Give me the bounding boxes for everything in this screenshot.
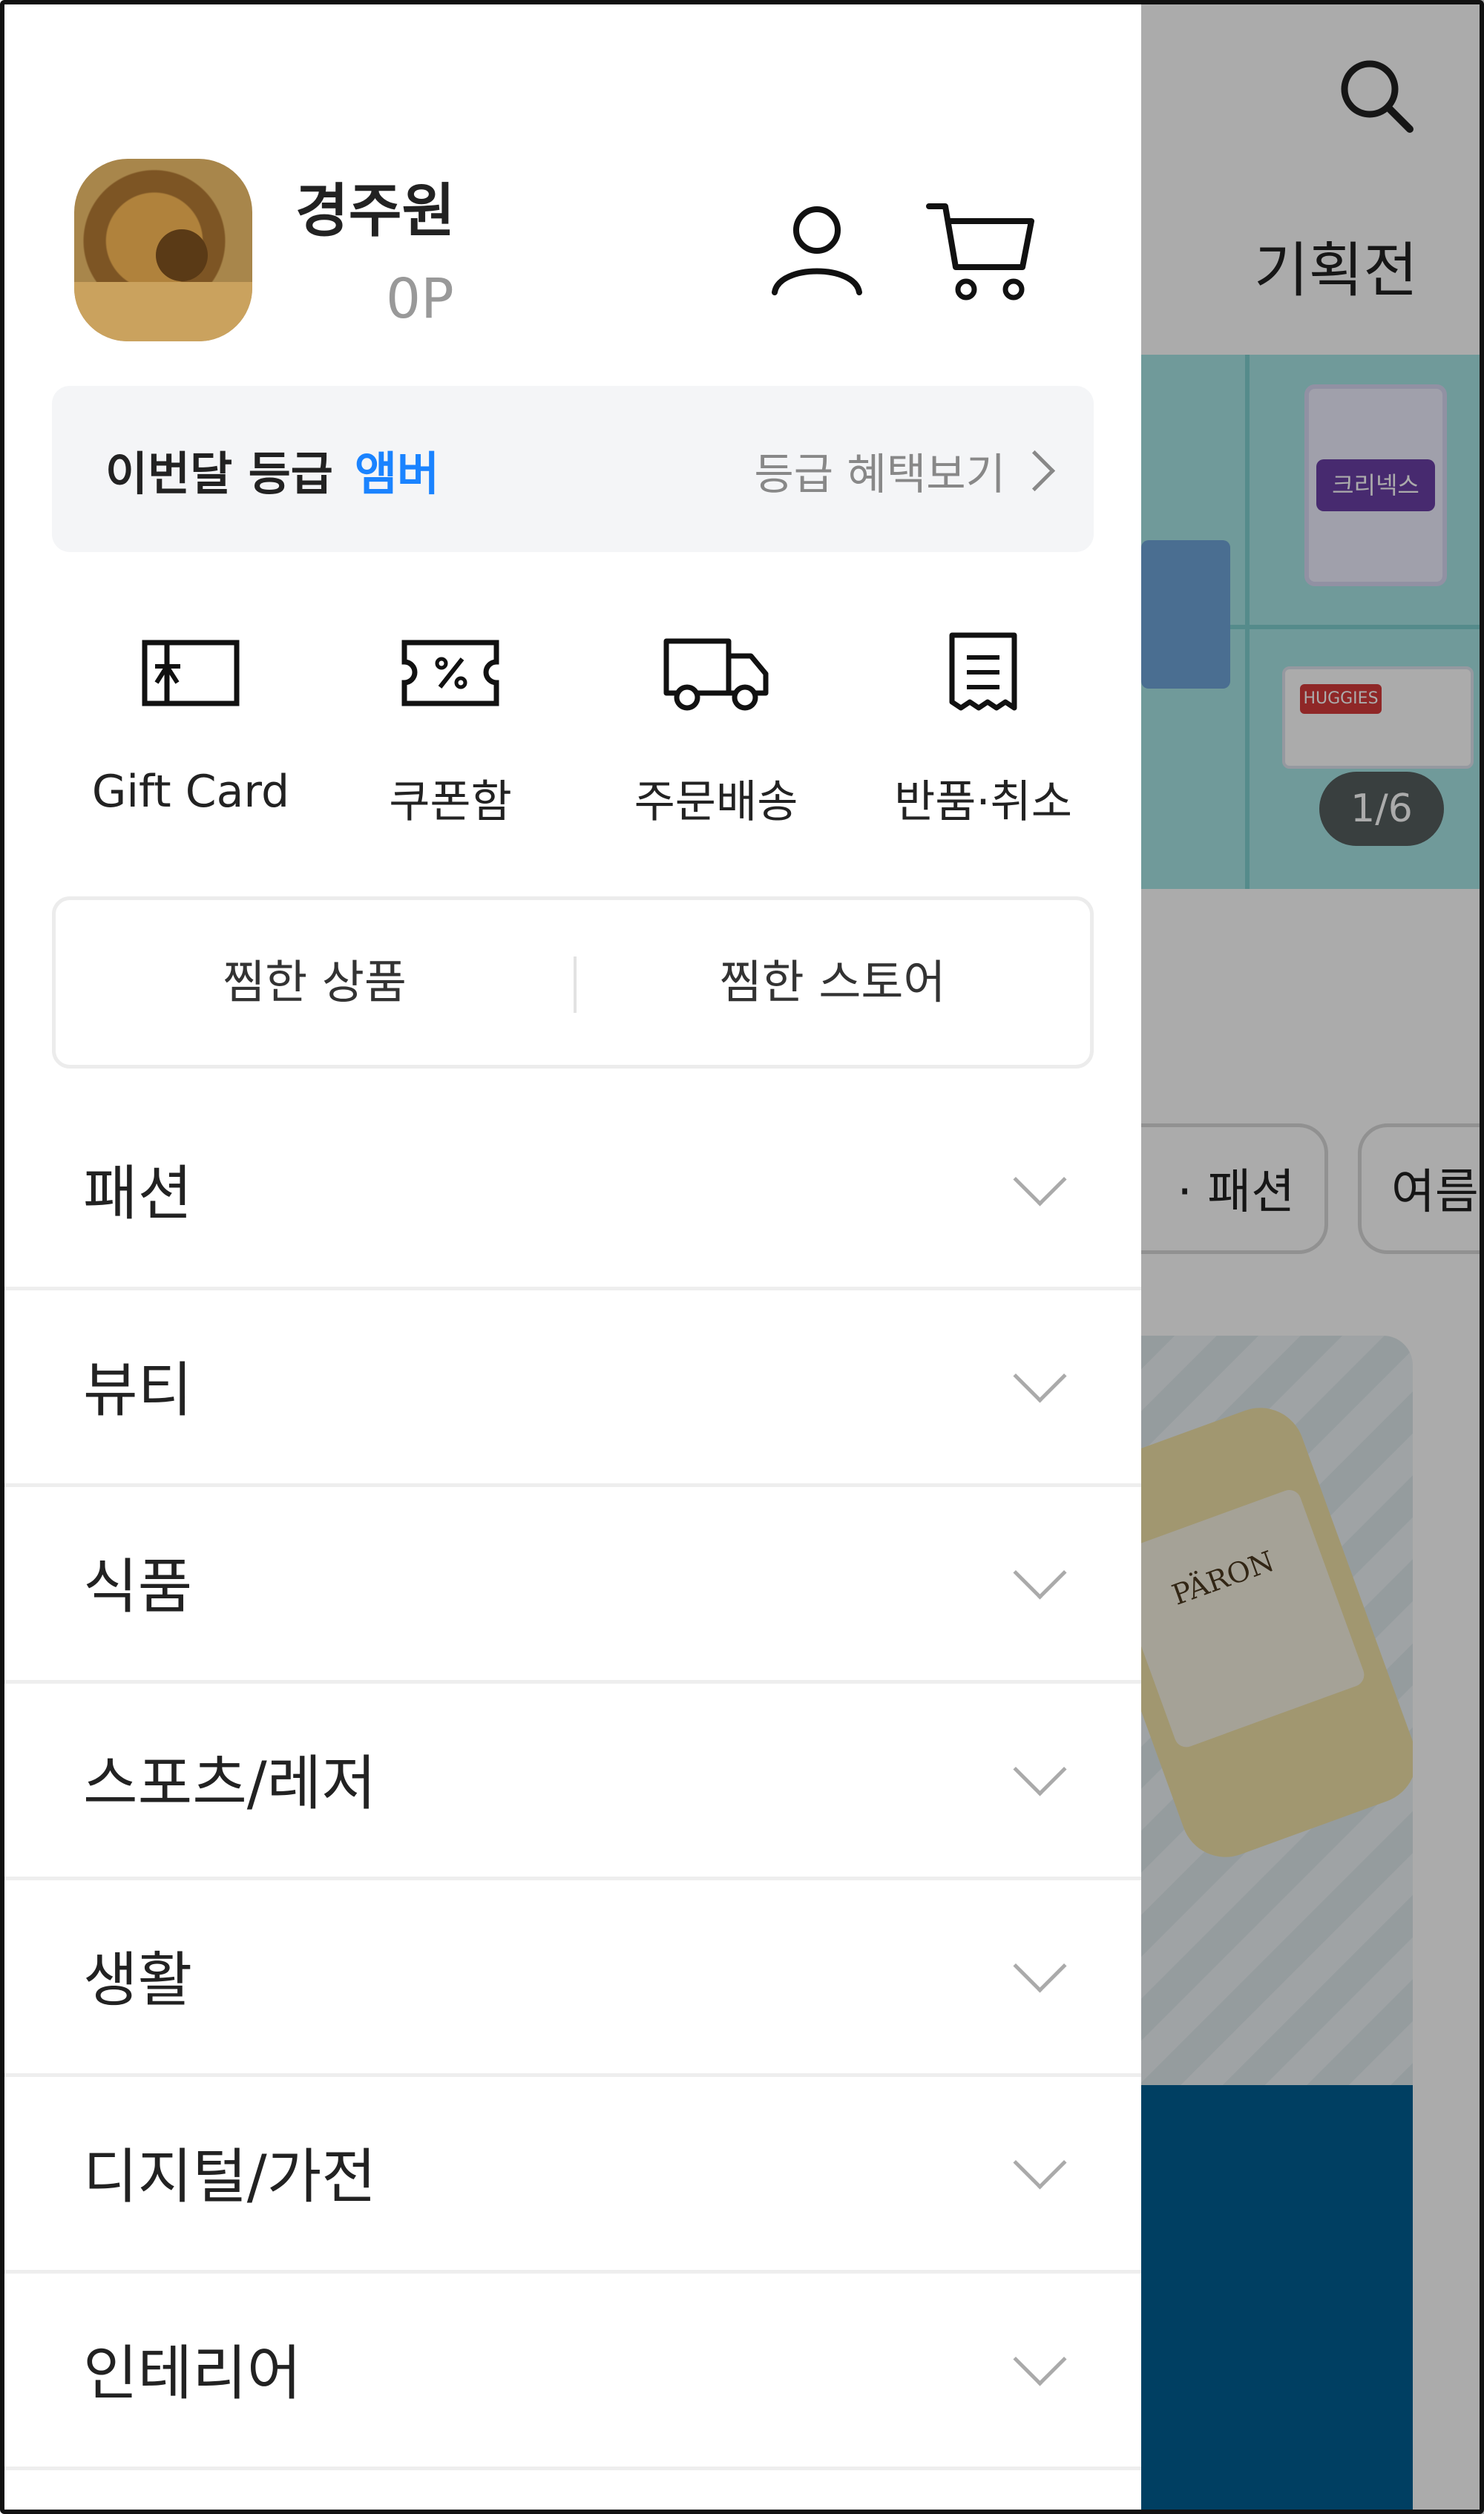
category-item-living[interactable]: 생활 [0,1880,1141,2077]
wishlist-stores-button[interactable]: 찜한 스토어 [574,900,1091,1065]
quick-menu-label: 반품·취소 [894,776,1072,828]
quick-menu-gift-card[interactable]: Gift Card [68,631,313,831]
chevron-down-icon [1013,2332,1067,2386]
user-name: 경주원 [295,178,456,245]
grade-benefits-link[interactable]: 등급 혜택보기 [754,439,1056,502]
grade-benefits-label: 등급 혜택보기 [754,449,1005,499]
chevron-down-icon [1013,1939,1067,1993]
receipt-icon [949,632,1017,711]
category-label: 생활 [83,1946,193,2015]
category-item-beauty[interactable]: 뷰티 [0,1290,1141,1487]
chevron-right-icon [1014,450,1056,491]
chevron-down-icon [1013,1349,1067,1403]
wishlist-products-button[interactable]: 찜한 상품 [56,900,574,1065]
category-item-food[interactable]: 식품 [0,1487,1141,1684]
grade-value: 앰버 [355,447,440,501]
category-label: 식품 [83,1552,193,1621]
user-points: 0P [386,267,454,331]
quick-menu-coupon[interactable]: 쿠폰함 [328,631,573,831]
chevron-down-icon [1013,1742,1067,1796]
chevron-down-icon [1013,2136,1067,2190]
chevron-down-icon [1013,1152,1067,1207]
category-label: 뷰티 [83,1356,193,1425]
profile-icon[interactable] [769,202,865,298]
chevron-down-icon [1013,1546,1067,1600]
category-item-fashion[interactable]: 패션 [0,1094,1141,1290]
grade-banner[interactable]: 이번달 등급 앰버 등급 혜택보기 [52,386,1094,552]
quick-menu-label: 주문배송 [634,776,798,828]
category-label: 디지털/가전 [83,2142,376,2211]
category-label: 스포츠/레저 [83,1749,376,1818]
quick-menu-label: 쿠폰함 [389,776,512,828]
category-label: 패션 [83,1159,193,1228]
category-item-sports-leisure[interactable]: 스포츠/레저 [0,1684,1141,1880]
side-drawer: 경주원 0P 이번달 등급 앰버 등급 혜택보기 Gift Card 쿠폰함 주… [0,0,1141,2514]
category-item-digital-appliance[interactable]: 디지털/가전 [0,2077,1141,2274]
cart-icon[interactable] [926,199,1037,303]
quick-menu-label: Gift Card [91,766,290,818]
coupon-icon [401,640,499,706]
gift-card-icon [142,640,240,706]
delivery-truck-icon [663,638,769,711]
quick-menu-delivery[interactable]: 주문배송 [594,631,838,831]
avatar[interactable] [74,159,252,341]
category-label: 인테리어 [83,2339,302,2408]
grade-label: 이번달 등급 [105,447,333,501]
quick-menu-return-cancel[interactable]: 반품·취소 [861,631,1106,831]
category-item-interior[interactable]: 인테리어 [0,2274,1141,2470]
category-list: 패션 뷰티 식품 스포츠/레저 생활 디지털/가전 인테리어 [0,1094,1141,2470]
wishlist-box: 찜한 상품 찜한 스토어 [52,896,1094,1069]
